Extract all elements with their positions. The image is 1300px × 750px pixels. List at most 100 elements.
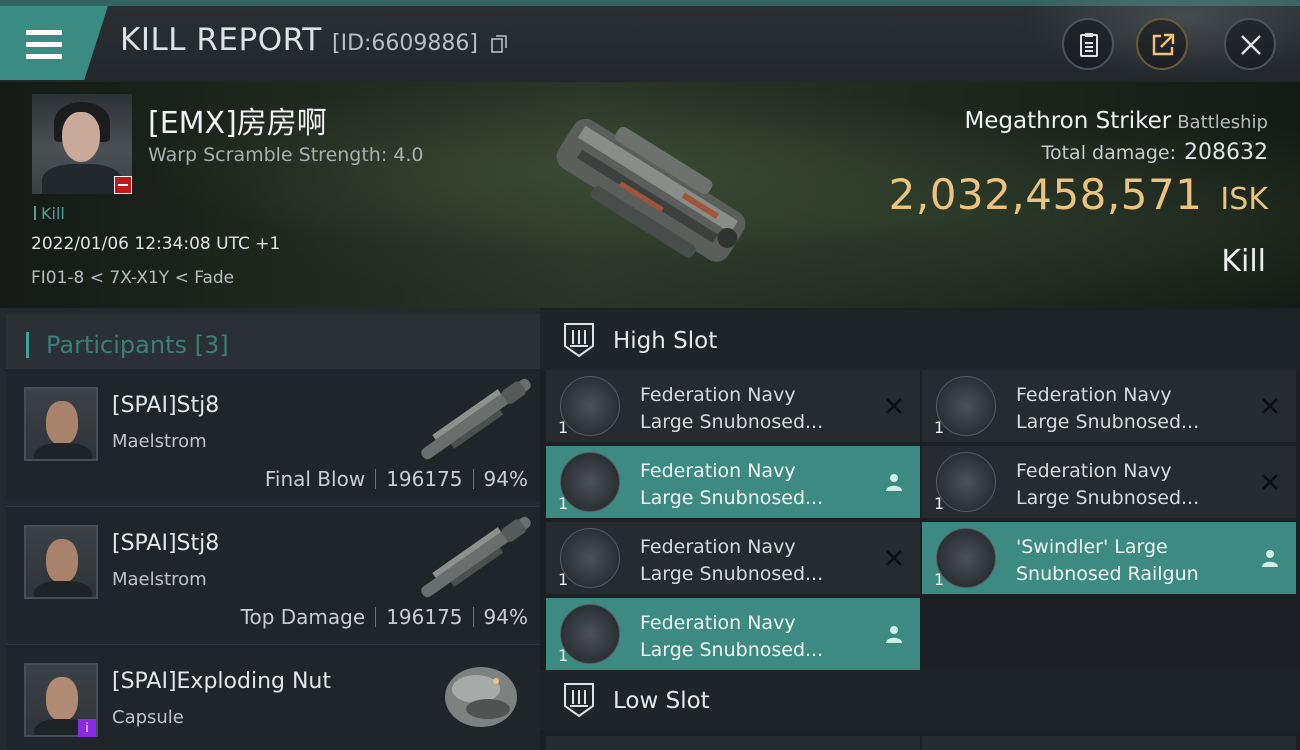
participant-role: Final Blow — [264, 467, 366, 491]
participants-header-accent — [26, 332, 29, 358]
participant-name[interactable]: [SPAI]Stj8 — [112, 531, 219, 556]
high-slot-icon — [564, 323, 594, 358]
participant-damage: 196175 — [386, 605, 463, 629]
module-quantity: 1 — [934, 418, 945, 437]
ship-name[interactable]: Megathron Striker — [964, 108, 1171, 134]
destroyed-icon — [1262, 398, 1278, 414]
isk-unit: ISK — [1220, 182, 1268, 217]
participant-row[interactable]: [SPAI]Stj8 Maelstrom Top Damage 196175 94% — [6, 506, 540, 640]
participants-header[interactable]: Participants [3] — [6, 314, 540, 374]
railgun-icon — [560, 528, 620, 588]
dropped-person-icon — [886, 474, 902, 491]
participant-avatar[interactable] — [24, 387, 98, 461]
low-slot-module-peek[interactable] — [546, 736, 920, 750]
participant-row[interactable]: [SPAI]Stj8 Maelstrom Final Blow 196175 94% — [6, 368, 540, 502]
low-slot-icon — [564, 683, 594, 718]
module-name: Federation Navy Large Snubnosed... — [640, 460, 824, 509]
kill-summary-panel: [EMX]房房啊 Warp Scramble Strength: 4.0 Kil… — [0, 82, 1300, 308]
participant-damage: 196175 — [386, 467, 463, 491]
low-slot-header[interactable]: Low Slot — [540, 670, 1300, 730]
dropped-person-icon — [1262, 550, 1278, 567]
page-title: KILL REPORT — [120, 22, 322, 58]
module-item[interactable]: 1 Federation Navy Large Snubnosed... — [546, 446, 920, 518]
participants-title: Participants [3] — [46, 331, 229, 359]
participant-ship-image — [421, 378, 531, 460]
participant-avatar[interactable] — [24, 525, 98, 599]
railgun-icon — [936, 376, 996, 436]
participant-row[interactable]: i [SPAI]Exploding Nut Capsule — [6, 644, 540, 750]
share-icon — [1152, 33, 1175, 56]
destroyed-icon — [1262, 474, 1278, 490]
warp-scramble-strength: Warp Scramble Strength: 4.0 — [148, 144, 424, 166]
module-quantity: 1 — [558, 646, 569, 665]
header-bar: KILL REPORT [ID:6609886] — [0, 0, 1300, 82]
module-item[interactable]: 1 Federation Navy Large Snubnosed... — [922, 370, 1296, 442]
hamburger-menu-icon[interactable] — [26, 30, 62, 60]
module-name: Federation Navy Large Snubnosed... — [640, 384, 824, 433]
module-item[interactable]: 1 Federation Navy Large Snubnosed... — [546, 370, 920, 442]
participant-name[interactable]: [SPAI]Stj8 — [112, 393, 219, 418]
railgun-icon — [560, 604, 620, 664]
railgun-icon — [936, 528, 996, 588]
participant-stats: Top Damage 196175 94% — [241, 605, 528, 629]
participant-name[interactable]: [SPAI]Exploding Nut — [112, 669, 331, 694]
report-id: [ID:6609886] — [332, 31, 478, 56]
module-quantity: 1 — [558, 418, 569, 437]
participant-percent: 94% — [483, 605, 528, 629]
low-slot-module-peek[interactable] — [922, 736, 1296, 750]
high-slot-header[interactable]: High Slot — [540, 310, 1300, 370]
ship-class: Battleship — [1177, 112, 1268, 133]
module-item[interactable]: 1 Federation Navy Large Snubnosed... — [922, 446, 1296, 518]
participant-ship: Capsule — [112, 707, 184, 728]
low-slot-label: Low Slot — [613, 688, 710, 714]
negative-standing-badge — [114, 176, 132, 194]
participant-role: Top Damage — [240, 605, 366, 629]
capsule-image — [445, 667, 517, 727]
participant-ship: Maelstrom — [112, 569, 207, 590]
info-badge-icon: i — [78, 719, 96, 737]
menu-button[interactable] — [0, 6, 108, 80]
kill-result: Kill — [1221, 244, 1266, 279]
module-name: Federation Navy Large Snubnosed... — [640, 536, 824, 585]
module-name: Federation Navy Large Snubnosed... — [1016, 460, 1200, 509]
victim-ship-image — [556, 118, 746, 262]
railgun-icon — [560, 452, 620, 512]
kill-location[interactable]: FI01-8 < 7X-X1Y < Fade — [31, 268, 234, 288]
total-damage-value: 208632 — [1184, 140, 1268, 165]
copy-icon[interactable] — [491, 35, 507, 53]
total-damage-label: Total damage: — [1041, 142, 1177, 164]
participants-panel: Participants [3] [SPAI]Stj8 Maelstrom Fi… — [0, 308, 540, 750]
participant-stats: Final Blow 196175 94% — [265, 467, 528, 491]
module-item[interactable]: 1 'Swindler' Large Snubnosed Railgun — [922, 522, 1296, 594]
kill-datetime: 2022/01/06 12:34:08 UTC +1 — [31, 234, 281, 254]
participant-percent: 94% — [483, 467, 528, 491]
high-slot-label: High Slot — [613, 328, 718, 354]
ship-type-line: Megathron Striker Battleship — [964, 108, 1268, 134]
railgun-icon — [560, 376, 620, 436]
close-button[interactable] — [1224, 18, 1276, 70]
fitting-panel: High Slot 1 Federation Navy Large Snubno… — [540, 308, 1300, 750]
close-icon — [1241, 35, 1261, 55]
railgun-icon — [936, 452, 996, 512]
victim-name[interactable]: [EMX]房房啊 — [148, 98, 327, 142]
isk-value: 2,032,458,571 — [888, 170, 1203, 219]
clipboard-icon — [1080, 33, 1098, 57]
module-name: Federation Navy Large Snubnosed... — [640, 612, 824, 661]
module-quantity: 1 — [558, 570, 569, 589]
participant-ship-image — [421, 516, 531, 598]
kill-tag: Kill — [34, 204, 65, 223]
participant-ship: Maelstrom — [112, 431, 207, 452]
destroyed-icon — [886, 398, 902, 414]
module-name: 'Swindler' Large Snubnosed Railgun — [1016, 536, 1199, 585]
module-quantity: 1 — [934, 570, 945, 589]
module-item[interactable]: 1 Federation Navy Large Snubnosed... — [546, 598, 920, 670]
destroyed-icon — [886, 550, 902, 566]
isk-value-line: 2,032,458,571 ISK — [889, 170, 1268, 219]
clipboard-button[interactable] — [1062, 18, 1114, 70]
module-quantity: 1 — [934, 494, 945, 513]
share-button[interactable] — [1136, 18, 1188, 70]
total-damage-line: Total damage: 208632 — [1042, 140, 1268, 165]
module-item[interactable]: 1 Federation Navy Large Snubnosed... — [546, 522, 920, 594]
module-quantity: 1 — [558, 494, 569, 513]
dropped-person-icon — [886, 626, 902, 643]
